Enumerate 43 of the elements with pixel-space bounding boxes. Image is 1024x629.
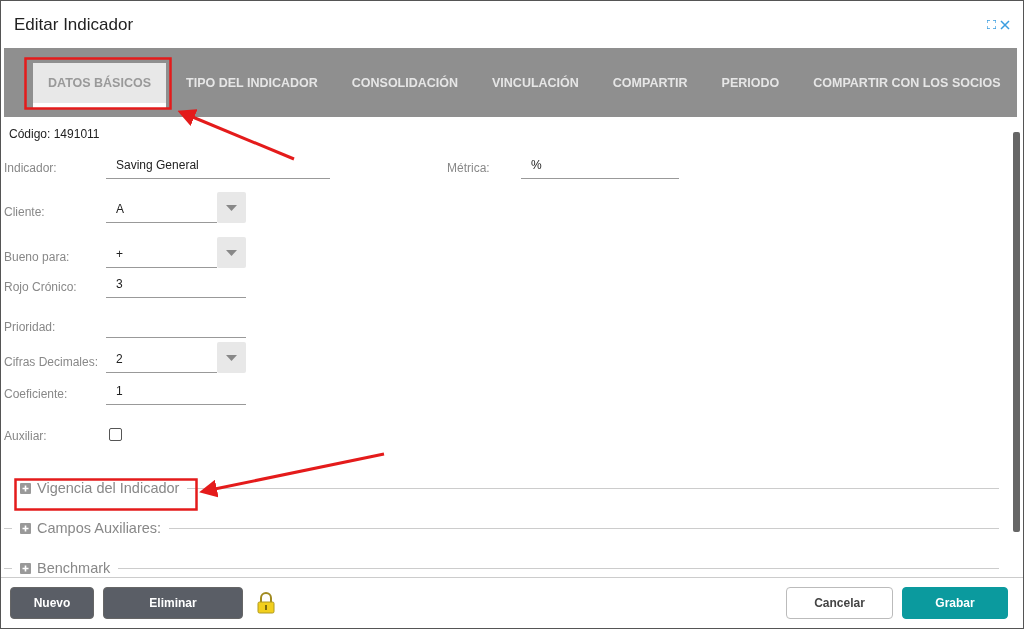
caret-icon — [226, 204, 237, 211]
field-label: Cliente: — [4, 205, 46, 221]
plus-icon — [20, 522, 31, 534]
action-button[interactable]: Eliminar — [103, 587, 243, 619]
field-label: Prioridad: — [4, 320, 57, 336]
action-button[interactable]: Cancelar — [786, 587, 893, 619]
field-label: Cifras Decimales: — [4, 355, 100, 371]
section-header[interactable]: Vigencia del Indicador — [18, 480, 182, 496]
input-field[interactable]: Saving General — [106, 157, 330, 179]
tab[interactable]: TIPO DEL INDICADOR — [169, 62, 335, 103]
action-button[interactable]: Grabar — [902, 587, 1008, 619]
input-field[interactable]: 3 — [106, 276, 246, 298]
tab[interactable]: VINCULACIÓN — [475, 62, 596, 103]
field-label: Indicador: — [4, 161, 58, 177]
padlock-icon[interactable] — [256, 592, 276, 614]
tab[interactable]: COMPARTIR — [595, 62, 705, 103]
dropdown-button[interactable] — [217, 237, 246, 268]
tab[interactable]: PERIODO — [704, 62, 797, 103]
dropdown-button[interactable] — [217, 192, 246, 223]
dropdown-button[interactable] — [217, 342, 246, 373]
field-label: Auxiliar: — [4, 429, 48, 445]
plus-icon — [20, 562, 31, 574]
checkbox[interactable] — [109, 428, 122, 441]
field-label: Bueno para: — [4, 250, 71, 266]
tab[interactable]: CONSOLIDACIÓN — [334, 62, 475, 103]
window-title: Editar Indicador — [14, 14, 134, 35]
tab[interactable]: DATOS BÁSICOS — [33, 62, 167, 108]
action-button[interactable]: Nuevo — [10, 587, 94, 619]
field-label: Rojo Crónico: — [4, 280, 78, 296]
close-icon[interactable] — [1000, 19, 1010, 30]
caret-icon — [226, 354, 237, 361]
tab[interactable]: COMPARTIR CON LOS SOCIOS — [796, 62, 1018, 103]
code-label: Código: 1491011 — [9, 127, 100, 141]
input-field[interactable]: 1 — [106, 383, 246, 405]
section-header[interactable]: Campos Auxiliares: — [18, 520, 164, 536]
plus-icon — [20, 482, 31, 494]
field-label: Métrica: — [447, 161, 491, 177]
maximize-icon[interactable] — [987, 20, 996, 29]
caret-icon — [226, 249, 237, 256]
section-header[interactable]: Benchmark — [18, 560, 113, 576]
scrollbar-thumb[interactable] — [1013, 132, 1020, 532]
input-field[interactable]: % — [521, 157, 679, 179]
field-label: Coeficiente: — [4, 387, 69, 403]
